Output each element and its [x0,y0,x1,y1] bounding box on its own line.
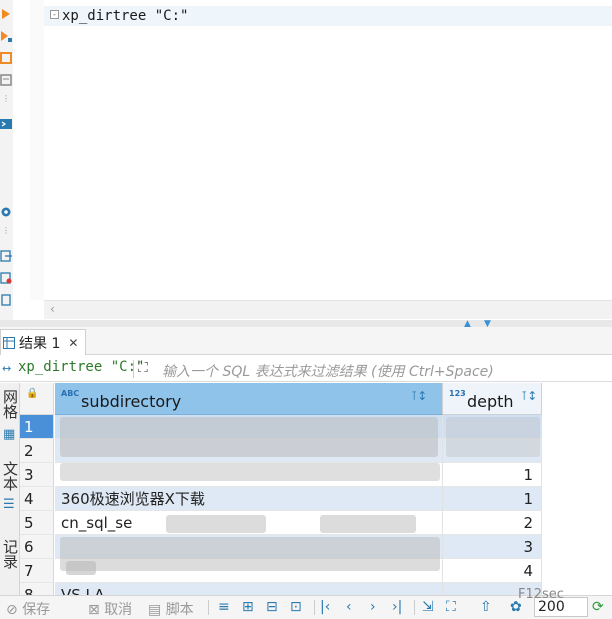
toolbar-separator [414,600,415,615]
number-type-icon: 123 [449,389,466,398]
filter-sort-icon[interactable]: ⊺↕ [411,389,427,403]
import-icon[interactable] [0,272,12,284]
row-number: 7 [20,559,54,583]
more-dots-icon: ⋮ [2,94,10,103]
filter-bar: ↔ xp_dirtree "C:" ⛶ 输入一个 SQL 表达式来过滤结果 (使… [0,356,612,382]
refresh-icon[interactable]: ⟳ [592,599,604,615]
cancel-label: 取消 [104,602,133,618]
redaction-block [60,463,440,481]
tab-record-view[interactable]: 记录 [0,539,20,572]
next-page-icon[interactable]: › [370,599,376,615]
script-label: 脚本 [165,602,194,618]
string-type-icon: ABC [61,389,80,398]
redaction-block [320,515,416,533]
editor-results-splitter[interactable]: ▲ ▼ [0,319,612,329]
row-number: 2 [20,439,54,463]
query-source-label: xp_dirtree "C:" [18,359,145,375]
row-number-header: 🔒 [20,383,54,415]
tab-results-1[interactable]: 结果 1 ✕ [0,329,86,355]
watermark-text: F12sec [518,587,564,602]
column-name: depth [467,392,514,411]
row-number: 4 [20,487,54,511]
expand-filter-icon[interactable]: ⛶ [138,360,148,376]
grid-view-icon[interactable]: ▦ [3,427,15,442]
view-mode-tabs: 网格 ▦ 文本 ☰ 记录 [0,383,20,595]
editor-horizontal-scrollbar[interactable]: ‹ [44,300,612,319]
fetch-all-icon[interactable]: ⛶ [446,599,456,615]
row-number: 1 [20,415,54,439]
settings-gear-icon[interactable] [0,206,12,218]
cell-depth[interactable]: 4 [443,559,542,583]
redaction-block [60,537,440,571]
text-view-icon[interactable]: ☰ [3,497,15,512]
grid-view-label: 网格 [1,389,19,419]
lock-icon: 🔒 [26,388,39,399]
redaction-block [66,561,96,575]
results-tab-bar: 结果 1 ✕ [0,327,612,355]
row-number: 5 [20,511,54,535]
previous-page-icon[interactable]: ‹ [346,599,352,615]
save-label: 保存 [22,602,51,618]
export-icon[interactable] [0,250,12,262]
redaction-block [446,417,540,457]
grid-table-icon [3,336,15,349]
more-dots-icon-2: ⋮ [2,226,10,235]
results-grid[interactable]: 🔒 ABC subdirectory ⊺↕ 123 depth ⊺↕ 1 2 3… [20,383,612,595]
delete-row-icon[interactable]: ⊡ [290,599,302,615]
edit-row-icon[interactable]: ≡ [218,599,230,615]
column-name: subdirectory [81,392,182,411]
filter-input[interactable]: 输入一个 SQL 表达式来过滤结果 (使用 Ctrl+Space) [162,361,494,381]
redaction-block [60,417,438,457]
cell-depth[interactable]: 2 [443,511,542,535]
tab-label: 结果 1 [19,335,61,352]
first-page-icon[interactable]: |‹ [320,599,330,615]
sql-editor[interactable]: - xp_dirtree "C:" ‹ [13,0,612,325]
record-view-label: 记录 [1,539,19,569]
tab-grid-view[interactable]: 网格 [0,389,20,422]
sql-code-line[interactable]: xp_dirtree "C:" [62,8,188,24]
column-header-subdirectory[interactable]: ABC subdirectory ⊺↕ [55,383,443,415]
editor-gutter [30,0,44,300]
table-row[interactable]: 5 cn_sql_se 2 [20,511,612,535]
fetch-page-icon[interactable]: ⇲ [422,599,434,615]
filter-separator [133,360,134,378]
history-icon[interactable] [0,74,12,86]
cell-depth[interactable]: 1 [443,487,542,511]
cell-depth[interactable]: 3 [443,535,542,559]
copy-row-icon[interactable]: ⊟ [266,599,278,615]
save-button[interactable]: ⊘ 保存 [6,599,50,619]
last-page-icon[interactable]: ›| [392,599,402,615]
query-source-icon: ↔ [2,362,12,375]
explain-plan-icon[interactable] [0,52,12,64]
execute-script-icon[interactable] [0,30,12,42]
cancel-button[interactable]: ⊠ 取消 [88,599,132,619]
text-view-label: 文本 [1,461,19,491]
export-data-icon[interactable]: ⇧ [480,599,492,615]
row-number: 8 [20,583,54,595]
toolbar-separator [314,600,315,615]
cell-subdirectory[interactable]: 360极速浏览器X下载 [55,487,443,511]
editor-tool-strip: ⋮ ⋮ [0,0,13,325]
cell-subdirectory[interactable]: VS LA [55,583,443,595]
filter-sort-icon[interactable]: ⊺↕ [521,389,537,403]
row-number: 3 [20,463,54,487]
tab-text-view[interactable]: 文本 [0,461,20,494]
row-number: 6 [20,535,54,559]
scroll-left-arrow-icon[interactable]: ‹ [50,302,55,316]
redaction-block [166,515,266,533]
add-row-icon[interactable]: ⊞ [242,599,254,615]
script-button[interactable]: ▤ 脚本 [148,599,194,619]
close-tab-icon[interactable]: ✕ [68,336,78,350]
execute-icon[interactable] [0,8,12,20]
column-header-depth[interactable]: 123 depth ⊺↕ [443,383,542,415]
table-row[interactable]: 4 360极速浏览器X下载 1 [20,487,612,511]
toolbar-separator [208,600,209,615]
cell-depth[interactable]: 1 [443,463,542,487]
terminal-icon[interactable] [0,118,12,130]
file-icon[interactable] [0,294,12,306]
fold-toggle-icon[interactable]: - [50,10,59,19]
